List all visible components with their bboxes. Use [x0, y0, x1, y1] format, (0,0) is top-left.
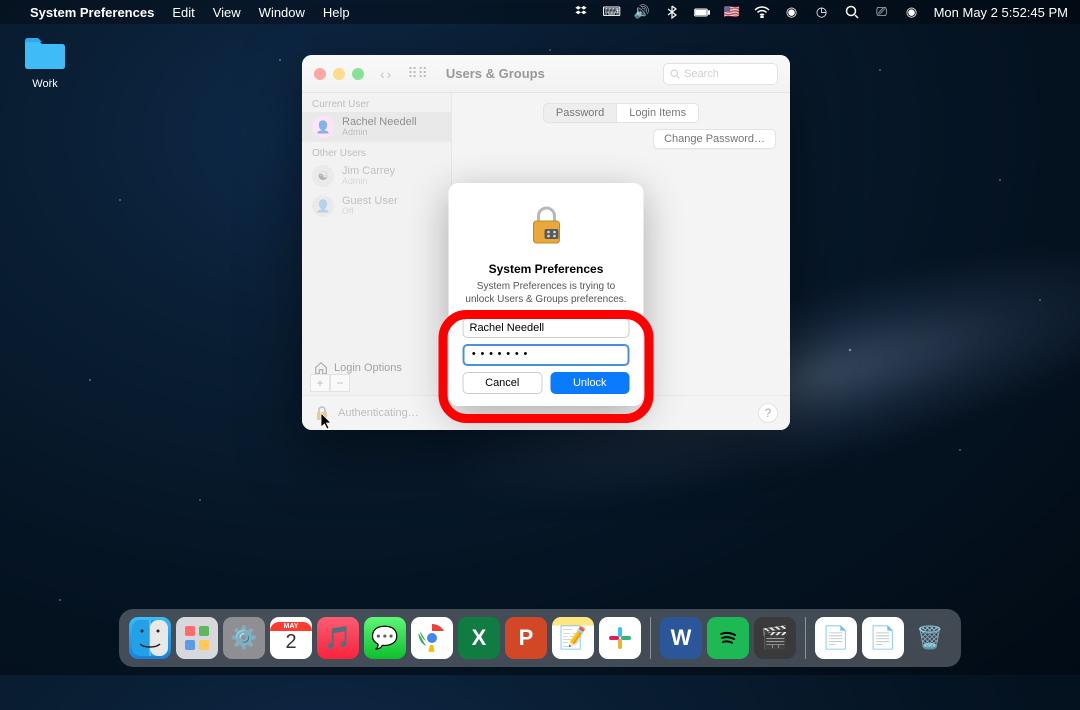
dock-doc2[interactable]: 📄 [862, 617, 904, 659]
menubar-datetime[interactable]: Mon May 2 5:52:45 PM [934, 5, 1068, 20]
dock-messages[interactable]: 💬 [364, 617, 406, 659]
desktop-folder-work[interactable]: Work [18, 35, 72, 90]
battery-icon[interactable] [694, 4, 710, 20]
dock-chrome[interactable] [411, 617, 453, 659]
dock-trash[interactable]: 🗑️ [909, 617, 951, 659]
app-menu[interactable]: System Preferences [30, 5, 154, 20]
keyboard-icon[interactable]: ⌨ [604, 4, 620, 20]
dock-music[interactable]: 🎵 [317, 617, 359, 659]
dialog-message: System Preferences is trying to unlock U… [463, 280, 630, 306]
calendar-day: 2 [285, 631, 296, 654]
dock-spotify[interactable] [707, 617, 749, 659]
control-center-icon[interactable]: ⎚ [874, 4, 890, 20]
menu-window[interactable]: Window [259, 5, 305, 20]
username-field[interactable]: Rachel Needell [463, 318, 630, 338]
dock: ⚙️ MAY2 🎵 💬 X P 📝 W 🎬 📄 📄 🗑️ [119, 609, 961, 667]
dialog-title: System Preferences [463, 262, 630, 276]
wifi-icon[interactable] [754, 4, 770, 20]
bluetooth-icon[interactable] [664, 4, 680, 20]
dock-doc1[interactable]: 📄 [815, 617, 857, 659]
volume-icon[interactable]: 🔊 [634, 4, 650, 20]
siri-icon[interactable]: ◉ [904, 4, 920, 20]
menubar: System Preferences Edit View Window Help… [0, 0, 1080, 24]
dock-excel[interactable]: X [458, 617, 500, 659]
unlock-button[interactable]: Unlock [550, 372, 630, 394]
dock-separator [650, 617, 651, 659]
cancel-button[interactable]: Cancel [463, 372, 543, 394]
system-preferences-window: ‹ › ⠿⠿ Users & Groups Search Current Use… [302, 55, 790, 430]
dock-powerpoint[interactable]: P [505, 617, 547, 659]
dock-imovie[interactable]: 🎬 [754, 617, 796, 659]
lock-icon [524, 203, 568, 247]
dropbox-icon[interactable] [574, 4, 590, 20]
dock-slack[interactable] [599, 617, 641, 659]
menu-view[interactable]: View [213, 5, 241, 20]
dock-settings[interactable]: ⚙️ [223, 617, 265, 659]
dock-notes[interactable]: 📝 [552, 617, 594, 659]
password-field[interactable]: ••••••• [463, 344, 630, 366]
calendar-month: MAY [270, 622, 312, 631]
cursor-icon [320, 412, 334, 430]
auth-dialog: System Preferences System Preferences is… [449, 183, 644, 406]
folder-label: Work [18, 78, 72, 90]
spotlight-icon[interactable] [844, 4, 860, 20]
dock-calendar[interactable]: MAY2 [270, 617, 312, 659]
flag-icon[interactable]: 🇺🇸 [724, 4, 740, 20]
clock-icon[interactable]: ◷ [814, 4, 830, 20]
user-icon[interactable]: ◉ [784, 4, 800, 20]
dock-word[interactable]: W [660, 617, 702, 659]
menu-edit[interactable]: Edit [172, 5, 194, 20]
dock-launchpad[interactable] [176, 617, 218, 659]
menu-help[interactable]: Help [323, 5, 350, 20]
dock-separator [805, 617, 806, 659]
dock-finder[interactable] [129, 617, 171, 659]
